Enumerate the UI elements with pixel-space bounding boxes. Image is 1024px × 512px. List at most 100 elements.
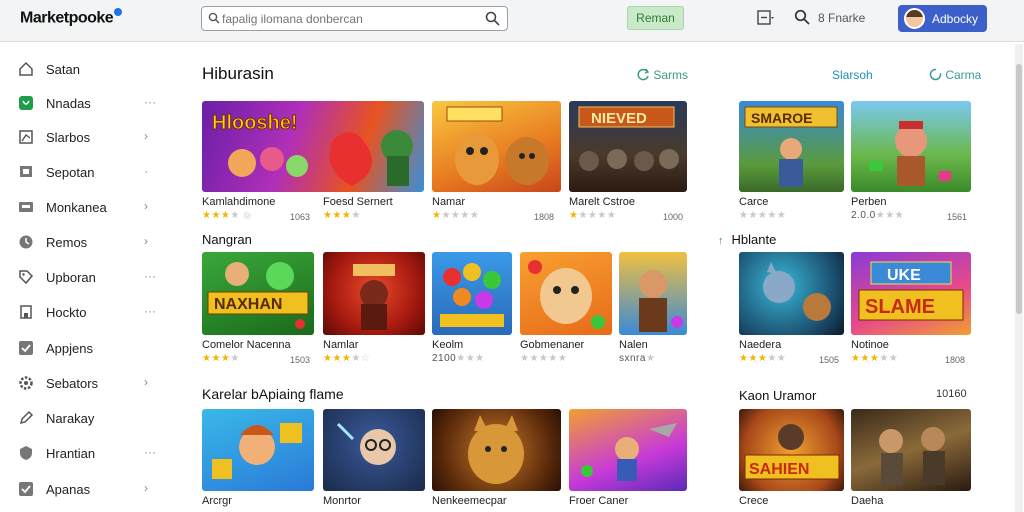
more-icon[interactable]: ··· (144, 95, 156, 109)
games-link-label: Sarms (653, 68, 689, 82)
sidebar-item-apanas[interactable]: Apanas › (0, 473, 172, 503)
search-input[interactable] (222, 9, 477, 28)
game-thumbnail[interactable]: NAXHAN (202, 252, 314, 335)
game-thumbnail[interactable] (739, 252, 844, 335)
game-thumbnail[interactable] (432, 409, 561, 491)
carma-link[interactable]: Carma (929, 68, 981, 82)
sidebar-item-label: Monkanea (46, 200, 107, 215)
chevron-right-icon[interactable]: › (144, 199, 148, 213)
section-karelar: Karelar bApiaing flame (202, 386, 344, 402)
more-icon[interactable]: ··· (144, 304, 156, 318)
download-count: 1063 (290, 212, 311, 222)
scrollbar-thumb[interactable] (1016, 64, 1022, 314)
download-count: 1561 (947, 212, 968, 222)
more-icon[interactable]: ··· (144, 269, 156, 283)
game-name: Arcrgr (202, 495, 232, 507)
rating-stars: ★★★★ ◎ (202, 210, 252, 221)
pencil-icon (19, 410, 34, 425)
game-art-icon (353, 264, 395, 330)
search-submit-icon[interactable] (485, 11, 500, 26)
game-art-icon (763, 262, 831, 321)
game-name: Perben (851, 196, 887, 208)
reman-button[interactable]: Reman (627, 6, 684, 30)
game-art-icon: SAHIEN (744, 424, 840, 480)
home-icon (19, 61, 33, 76)
tablet-icon (19, 202, 33, 212)
sidebar-item-upboran[interactable]: Upboran ··· (0, 261, 172, 291)
rating-stars: ★★★★☆ (323, 353, 371, 364)
game-thumbnail[interactable]: SMAROE (739, 101, 844, 192)
game-thumbnail[interactable] (520, 252, 612, 335)
game-name: Comelor Nacenna (202, 339, 291, 351)
game-thumbnail[interactable] (851, 409, 971, 491)
game-art-icon (581, 423, 677, 481)
gear-icon (19, 376, 33, 390)
search-box[interactable] (201, 6, 508, 31)
sidebar-item-satan[interactable]: Satan (0, 53, 172, 83)
install-icon[interactable] (757, 10, 775, 26)
sidebar-item-appjens[interactable]: Appjens (0, 332, 172, 362)
chevron-right-icon[interactable]: › (144, 481, 148, 495)
game-art-icon: UKE SLAME (858, 261, 964, 321)
game-thumbnail[interactable] (432, 252, 512, 335)
app-logo[interactable]: Marketpooke (20, 8, 123, 27)
svg-text:SAHIEN: SAHIEN (749, 461, 809, 478)
game-name: Naedera (739, 339, 782, 351)
sidebar-item-narakay[interactable]: Narakay (0, 402, 172, 432)
account-button[interactable]: Adbocky (898, 5, 987, 32)
chevron-right-icon[interactable]: › (144, 129, 148, 143)
game-thumbnail[interactable]: SAHIEN (739, 409, 844, 491)
game-thumbnail[interactable] (202, 409, 314, 491)
game-name: Nenkeemecpar (432, 495, 507, 507)
rating-stars: ★★★★ (202, 353, 240, 364)
clock-icon (19, 235, 33, 249)
game-thumbnail[interactable] (619, 252, 687, 335)
chevron-right-icon[interactable]: › (144, 234, 148, 248)
monitor-icon (20, 166, 32, 177)
game-art-icon (528, 260, 605, 329)
sidebar-item-sepotan[interactable]: Sepotan · (0, 156, 172, 186)
sidebar-item-label: Slarbos (46, 130, 91, 145)
logo-badge-icon (114, 8, 123, 16)
chevron-right-icon[interactable]: › (144, 375, 148, 389)
game-name: Monrtor (323, 495, 361, 507)
game-name: Foesd Sernert (323, 196, 393, 208)
more-icon[interactable]: ··· (144, 445, 156, 459)
sidebar-item-monkanea[interactable]: Monkanea › (0, 191, 172, 221)
game-name: Crece (739, 495, 769, 507)
sidebar-item-remos[interactable]: Remos › (0, 226, 172, 256)
more-icon[interactable]: · (144, 164, 148, 178)
header-search-icon[interactable] (794, 9, 810, 25)
game-name: Namar (432, 196, 466, 208)
game-thumbnail[interactable] (323, 252, 425, 335)
section-kaon: Kaon Uramor (739, 388, 817, 403)
sidebar-item-label: Hockto (46, 305, 87, 320)
sidebar-item-hockto[interactable]: Hockto ··· (0, 296, 172, 326)
slarsoh-link[interactable]: Slarsoh (832, 68, 873, 82)
sidebar-item-label: Upboran (46, 270, 96, 285)
building-icon (20, 305, 32, 319)
svg-text:NIEVED: NIEVED (591, 110, 647, 127)
header-search-label[interactable]: 8 Fnarke (818, 11, 865, 25)
section-kaon-count: 10160 (936, 388, 967, 400)
game-thumbnail[interactable]: NIEVED (569, 101, 687, 192)
game-name: Carce (739, 196, 769, 208)
games-link[interactable]: Sarms (637, 68, 688, 82)
game-name: Nalen (619, 339, 648, 351)
sidebar-item-slarbos[interactable]: Slarbos › (0, 121, 172, 151)
svg-text:SLAME: SLAME (865, 296, 935, 318)
sidebar-item-nnadas[interactable]: Nnadas ··· (0, 87, 172, 117)
sidebar-item-label: Sepotan (46, 165, 95, 180)
game-thumbnail[interactable] (851, 101, 971, 192)
scrollbar[interactable] (1015, 44, 1023, 512)
game-thumbnail[interactable] (432, 101, 561, 192)
sidebar-item-hrantian[interactable]: Hrantian ··· (0, 437, 172, 467)
game-thumbnail[interactable]: Hlooshe! (202, 101, 424, 192)
rating-stars: ★★★★★ (432, 210, 480, 221)
section-hblante: ↑ Hblante (718, 232, 776, 247)
sidebar-item-sebators[interactable]: Sebators › (0, 367, 172, 397)
game-art-icon (336, 422, 396, 465)
game-thumbnail[interactable] (569, 409, 687, 491)
game-thumbnail[interactable]: UKE SLAME (851, 252, 971, 335)
game-thumbnail[interactable] (323, 409, 425, 491)
